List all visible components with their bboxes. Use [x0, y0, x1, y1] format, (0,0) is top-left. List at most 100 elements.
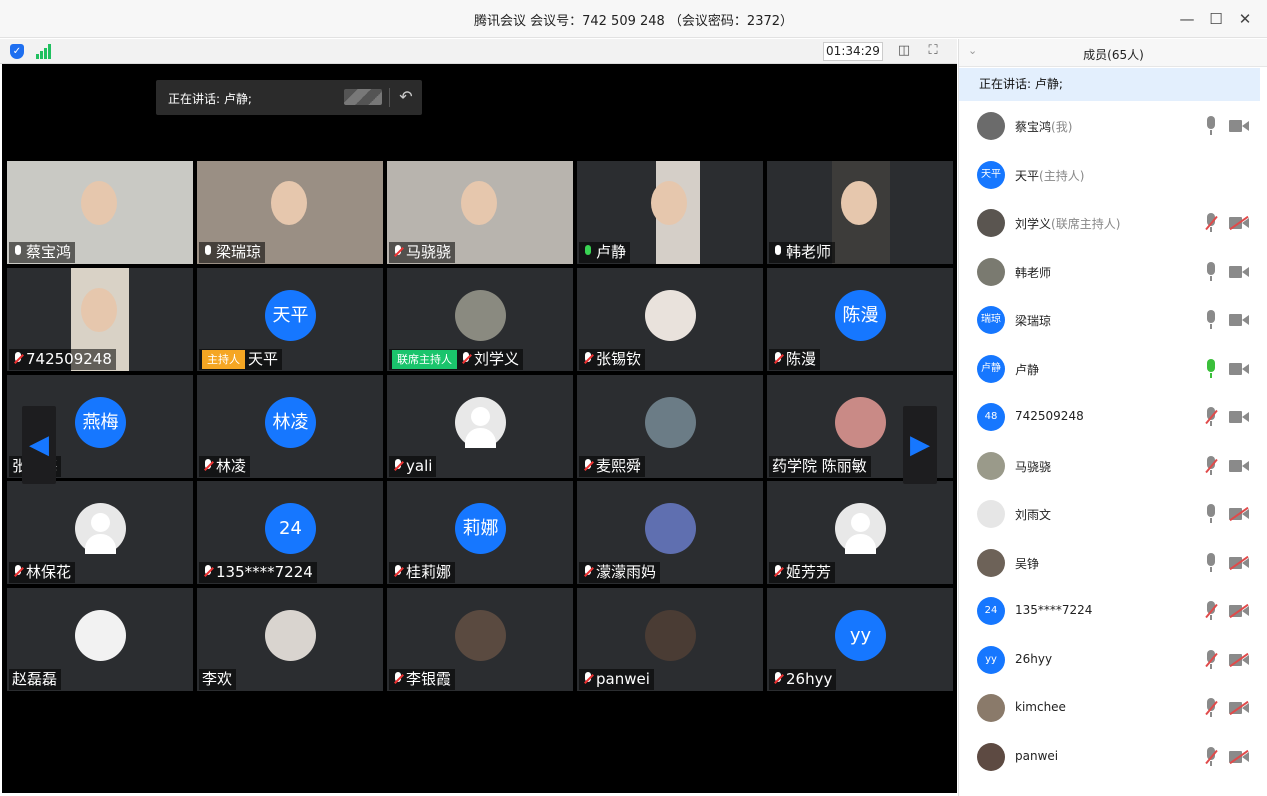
mic-muted-icon: [582, 352, 594, 366]
participant-tile[interactable]: 姬芳芳: [767, 481, 953, 584]
participant-tile[interactable]: 李银霞: [387, 588, 573, 691]
participant-tile[interactable]: 联席主持人 刘学义: [387, 268, 573, 371]
participant-name-label: 陈漫: [769, 349, 821, 370]
camera-off-icon[interactable]: [1229, 506, 1249, 522]
camera-icon[interactable]: [1229, 265, 1249, 279]
participant-tile[interactable]: panwei: [577, 588, 763, 691]
member-row[interactable]: 蔡宝鸿(我): [959, 102, 1260, 150]
camera-icon[interactable]: [1229, 119, 1249, 133]
participant-tile[interactable]: yy 26hyy: [767, 588, 953, 691]
mic-muted-icon[interactable]: [1204, 649, 1218, 670]
role-badge: 主持人: [202, 350, 245, 369]
participant-name: 刘学义: [474, 350, 520, 368]
camera-off-icon[interactable]: [1229, 555, 1249, 570]
layout-icon[interactable]: ◫: [895, 42, 913, 60]
mic-icon[interactable]: [1204, 504, 1218, 524]
member-row[interactable]: yy 26hyy: [959, 636, 1260, 684]
participant-tile[interactable]: 张锡钦: [577, 268, 763, 371]
participant-tile[interactable]: 24 135****7224: [197, 481, 383, 584]
participant-tile[interactable]: 梁瑞琼: [197, 161, 383, 264]
divider: [389, 88, 390, 107]
member-row[interactable]: 24 135****7224: [959, 587, 1260, 635]
participant-tile[interactable]: 卢静: [577, 161, 763, 264]
participant-tile[interactable]: 麦熙舜: [577, 375, 763, 478]
member-row[interactable]: 韩老师: [959, 248, 1260, 296]
back-icon[interactable]: ↶: [396, 86, 416, 108]
camera-icon[interactable]: [1229, 410, 1249, 424]
participant-name-label: yali: [389, 456, 437, 477]
participant-name-label: 桂莉娜: [389, 562, 456, 583]
camera-icon[interactable]: [1229, 459, 1249, 473]
participant-tile[interactable]: 莉娜桂莉娜: [387, 481, 573, 584]
scrollbar[interactable]: [1261, 68, 1267, 796]
member-name: 刘雨文: [1015, 506, 1051, 523]
participant-tile[interactable]: 林凌 林凌: [197, 375, 383, 478]
avatar-photo: [75, 610, 126, 661]
maximize-icon[interactable]: ☐: [1205, 8, 1227, 30]
member-name-text: 26hyy: [1015, 651, 1053, 666]
participant-tile[interactable]: 蔡宝鸿: [7, 161, 193, 264]
mic-icon[interactable]: [1204, 358, 1218, 379]
camera-off-icon[interactable]: [1229, 652, 1249, 667]
mic-muted-icon[interactable]: [1204, 213, 1218, 233]
member-row[interactable]: 48 742509248: [959, 393, 1260, 441]
mic-muted-icon[interactable]: [1204, 746, 1218, 767]
signal-icon[interactable]: [36, 44, 52, 59]
panel-speaking-indicator: 正在讲话: 卢静;: [959, 68, 1260, 101]
participant-tile[interactable]: 李欢: [197, 588, 383, 691]
camera-off-icon[interactable]: [1229, 215, 1249, 231]
avatar: 莉娜: [455, 503, 506, 554]
participant-name-label: 麦熙舜: [579, 456, 646, 477]
mic-muted-icon[interactable]: [1204, 601, 1218, 621]
member-row[interactable]: 卢静 卢静: [959, 345, 1260, 393]
participant-tile[interactable]: 742509248: [7, 268, 193, 371]
mic-muted-icon[interactable]: [1204, 407, 1218, 427]
member-name: 卢静: [1015, 361, 1039, 378]
camera-off-icon[interactable]: [1229, 700, 1249, 716]
camera-off-icon[interactable]: [1229, 603, 1249, 619]
member-name-text: 742509248: [1015, 409, 1084, 423]
chevron-left-icon[interactable]: ◀: [22, 406, 56, 484]
member-row[interactable]: 瑞琼 梁瑞琼: [959, 296, 1260, 344]
mic-muted-icon: [392, 672, 404, 686]
participant-tile[interactable]: 韩老师: [767, 161, 953, 264]
fullscreen-icon[interactable]: ⛶: [924, 42, 942, 60]
participant-tile[interactable]: 陈漫 陈漫: [767, 268, 953, 371]
member-row[interactable]: 天平 天平(主持人): [959, 151, 1260, 199]
participant-tile[interactable]: 赵磊磊: [7, 588, 193, 691]
mic-muted-icon[interactable]: [1204, 455, 1218, 476]
avatar: 24: [265, 503, 316, 554]
participant-tile[interactable]: 马骁骁: [387, 161, 573, 264]
mic-muted-icon[interactable]: [1204, 698, 1218, 718]
shield-icon[interactable]: ✓: [10, 44, 24, 59]
participant-tile[interactable]: 濛濛雨妈: [577, 481, 763, 584]
member-row[interactable]: panwei: [959, 733, 1260, 781]
participant-name-label: 蔡宝鸿: [9, 242, 76, 263]
member-row[interactable]: 刘学义(联席主持人): [959, 199, 1260, 247]
camera-icon[interactable]: [1229, 362, 1249, 376]
participant-face: [651, 181, 687, 225]
member-role: (联席主持人): [1051, 217, 1121, 231]
mic-icon[interactable]: [1204, 261, 1218, 282]
participant-tile[interactable]: yali: [387, 375, 573, 478]
participant-tile[interactable]: 林保花: [7, 481, 193, 584]
avatar-photo: [645, 610, 696, 661]
participant-name-label: 26hyy: [769, 669, 837, 690]
mic-icon[interactable]: [1204, 116, 1218, 136]
camera-icon[interactable]: [1229, 313, 1249, 327]
mic-icon[interactable]: [1204, 552, 1218, 573]
chevron-right-icon[interactable]: ▶: [903, 406, 937, 484]
avatar: 天平: [265, 290, 316, 341]
participant-tile[interactable]: 天平 主持人 天平: [197, 268, 383, 371]
mic-icon[interactable]: [1204, 310, 1218, 330]
member-row[interactable]: kimchee: [959, 684, 1260, 732]
camera-off-icon[interactable]: [1229, 749, 1249, 764]
member-row[interactable]: 马骁骁: [959, 442, 1260, 490]
participant-name-label: panwei: [579, 669, 654, 690]
close-icon[interactable]: ✕: [1234, 8, 1256, 30]
minimize-icon[interactable]: —: [1176, 8, 1198, 30]
member-row[interactable]: 吴铮: [959, 539, 1260, 587]
member-name-text: 梁瑞琼: [1015, 314, 1052, 328]
member-row[interactable]: 刘雨文: [959, 490, 1260, 538]
participant-name-label: 韩老师: [769, 242, 836, 263]
